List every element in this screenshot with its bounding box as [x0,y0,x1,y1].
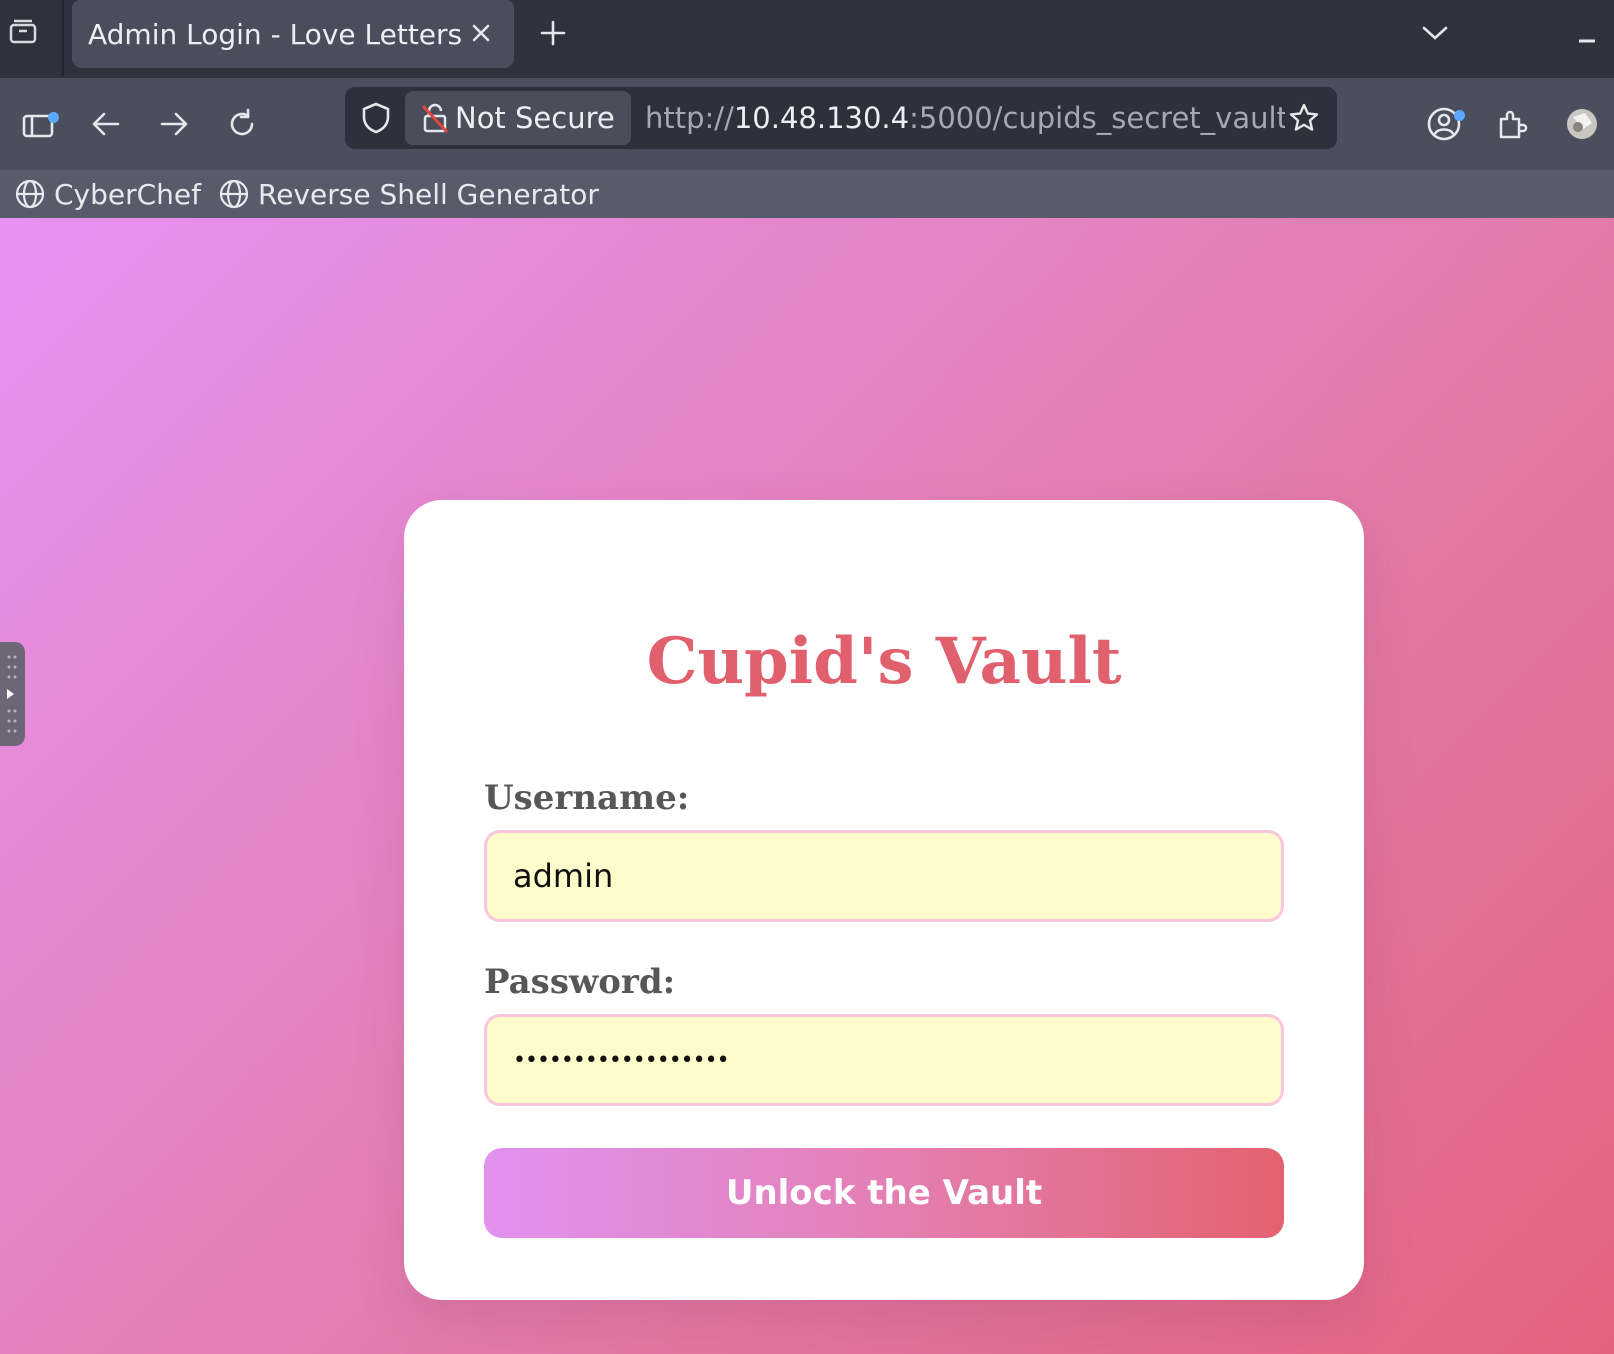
minimize-icon[interactable] [1570,18,1604,52]
bookmark-cyberchef[interactable]: CyberChef [14,170,201,218]
notification-dot [1454,110,1465,121]
close-tab-icon[interactable] [466,18,496,48]
login-card: Cupid's Vault Username: Password: ••••••… [404,500,1364,1300]
active-tab[interactable]: Admin Login - Love Letters [72,0,514,68]
back-arrow-icon[interactable] [80,98,132,150]
chevron-down-icon[interactable] [1418,16,1452,50]
url-path: :5000/cupids_secret_vault/ [909,101,1285,135]
reload-icon[interactable] [216,98,268,150]
notification-dot [48,112,59,123]
password-input[interactable]: •••••••••••••••••• [484,1014,1284,1106]
bookmark-label: CyberChef [54,177,202,211]
username-label: Username: [484,778,690,818]
tab-strip: Admin Login - Love Letters [0,0,1614,78]
account-icon[interactable] [1418,98,1470,150]
page-viewport: Cupid's Vault Username: Password: ••••••… [0,218,1614,1354]
unlock-vault-button[interactable]: Unlock the Vault [484,1148,1284,1238]
bookmark-reverse-shell-generator[interactable]: Reverse Shell Generator [218,170,599,218]
tab-title: Admin Login - Love Letters [88,17,463,51]
password-label: Password: [484,962,676,1002]
star-icon[interactable] [1285,99,1323,137]
page-title: Cupid's Vault [646,624,1122,699]
url-prefix: http:// [645,101,734,135]
new-tab-plus-icon[interactable] [534,14,572,52]
globe-icon [14,178,46,210]
side-panel-handle[interactable] [0,642,25,746]
shield-icon[interactable] [357,99,395,137]
address-bar[interactable]: Not Secure http://10.48.130.4:5000/cupid… [345,87,1337,149]
not-secure-label: Not Secure [455,101,615,135]
broken-lock-icon [421,102,449,134]
url-text[interactable]: http://10.48.130.4:5000/cupids_secret_va… [645,97,1285,139]
url-host: 10.48.130.4 [733,101,910,135]
profile-avatar-icon[interactable] [1556,98,1608,150]
navigation-bar: Not Secure http://10.48.130.4:5000/cupid… [0,78,1614,170]
sidebar-toggle-icon[interactable] [12,98,64,150]
grip-dots-icon [6,655,16,733]
extensions-icon[interactable] [1486,98,1538,150]
bookmarks-bar: CyberChef Reverse Shell Generator [0,170,1614,218]
forward-arrow-icon[interactable] [148,98,200,150]
globe-icon [218,178,250,210]
password-masked-value: •••••••••••••••••• [513,1047,730,1073]
bookmark-label: Reverse Shell Generator [258,177,599,211]
tab-list-icon[interactable] [6,14,40,48]
username-input[interactable] [484,830,1284,922]
not-secure-indicator[interactable]: Not Secure [405,91,631,145]
tab-separator [62,0,64,76]
